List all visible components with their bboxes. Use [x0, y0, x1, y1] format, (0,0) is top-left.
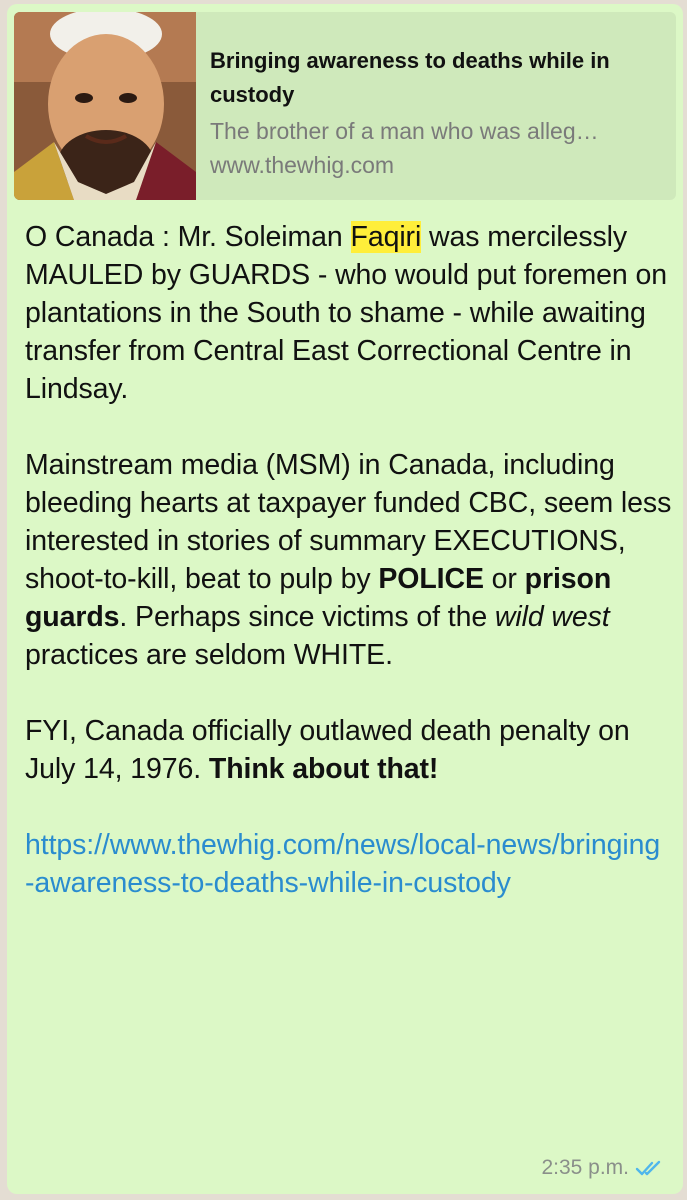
double-check-read-icon: [635, 1160, 661, 1176]
search-highlight: Faqiri: [350, 221, 422, 253]
link-preview-card[interactable]: Bringing awareness to deaths while in cu…: [14, 12, 676, 200]
message-paragraph-2: Mainstream media (MSM) in Canada, includ…: [25, 446, 675, 674]
person-photo-icon: [14, 12, 196, 200]
bold-text: POLICE: [378, 563, 484, 595]
message-meta: 2:35 p.m.: [541, 1156, 665, 1180]
message-text: O Canada : Mr. Soleiman Faqiri was merci…: [25, 218, 675, 902]
text-span: or: [483, 563, 525, 595]
link-preview-description: The brother of a man who was alleg…: [210, 118, 599, 144]
text-span: . Perhaps since victims of the: [119, 601, 495, 633]
message-paragraph-3: FYI, Canada officially outlawed death pe…: [25, 712, 675, 788]
bold-text: Think about that!: [208, 753, 439, 785]
message-timestamp: 2:35 p.m.: [541, 1156, 629, 1179]
link-preview-title: Bringing awareness to deaths while in cu…: [210, 48, 610, 107]
text-span: practices are seldom WHITE.: [25, 639, 393, 671]
link-preview-domain: www.thewhig.com: [210, 152, 395, 178]
message-link[interactable]: https://www.thewhig.com/news/local-news/…: [25, 826, 665, 902]
link-preview-text: Bringing awareness to deaths while in cu…: [210, 44, 660, 182]
message-bubble[interactable]: Bringing awareness to deaths while in cu…: [7, 4, 683, 1194]
link-preview-thumbnail[interactable]: [14, 12, 196, 200]
text-span: O Canada : Mr. Soleiman: [25, 221, 351, 253]
message-paragraph-1: O Canada : Mr. Soleiman Faqiri was merci…: [25, 218, 675, 408]
italic-text: wild west: [494, 601, 610, 633]
